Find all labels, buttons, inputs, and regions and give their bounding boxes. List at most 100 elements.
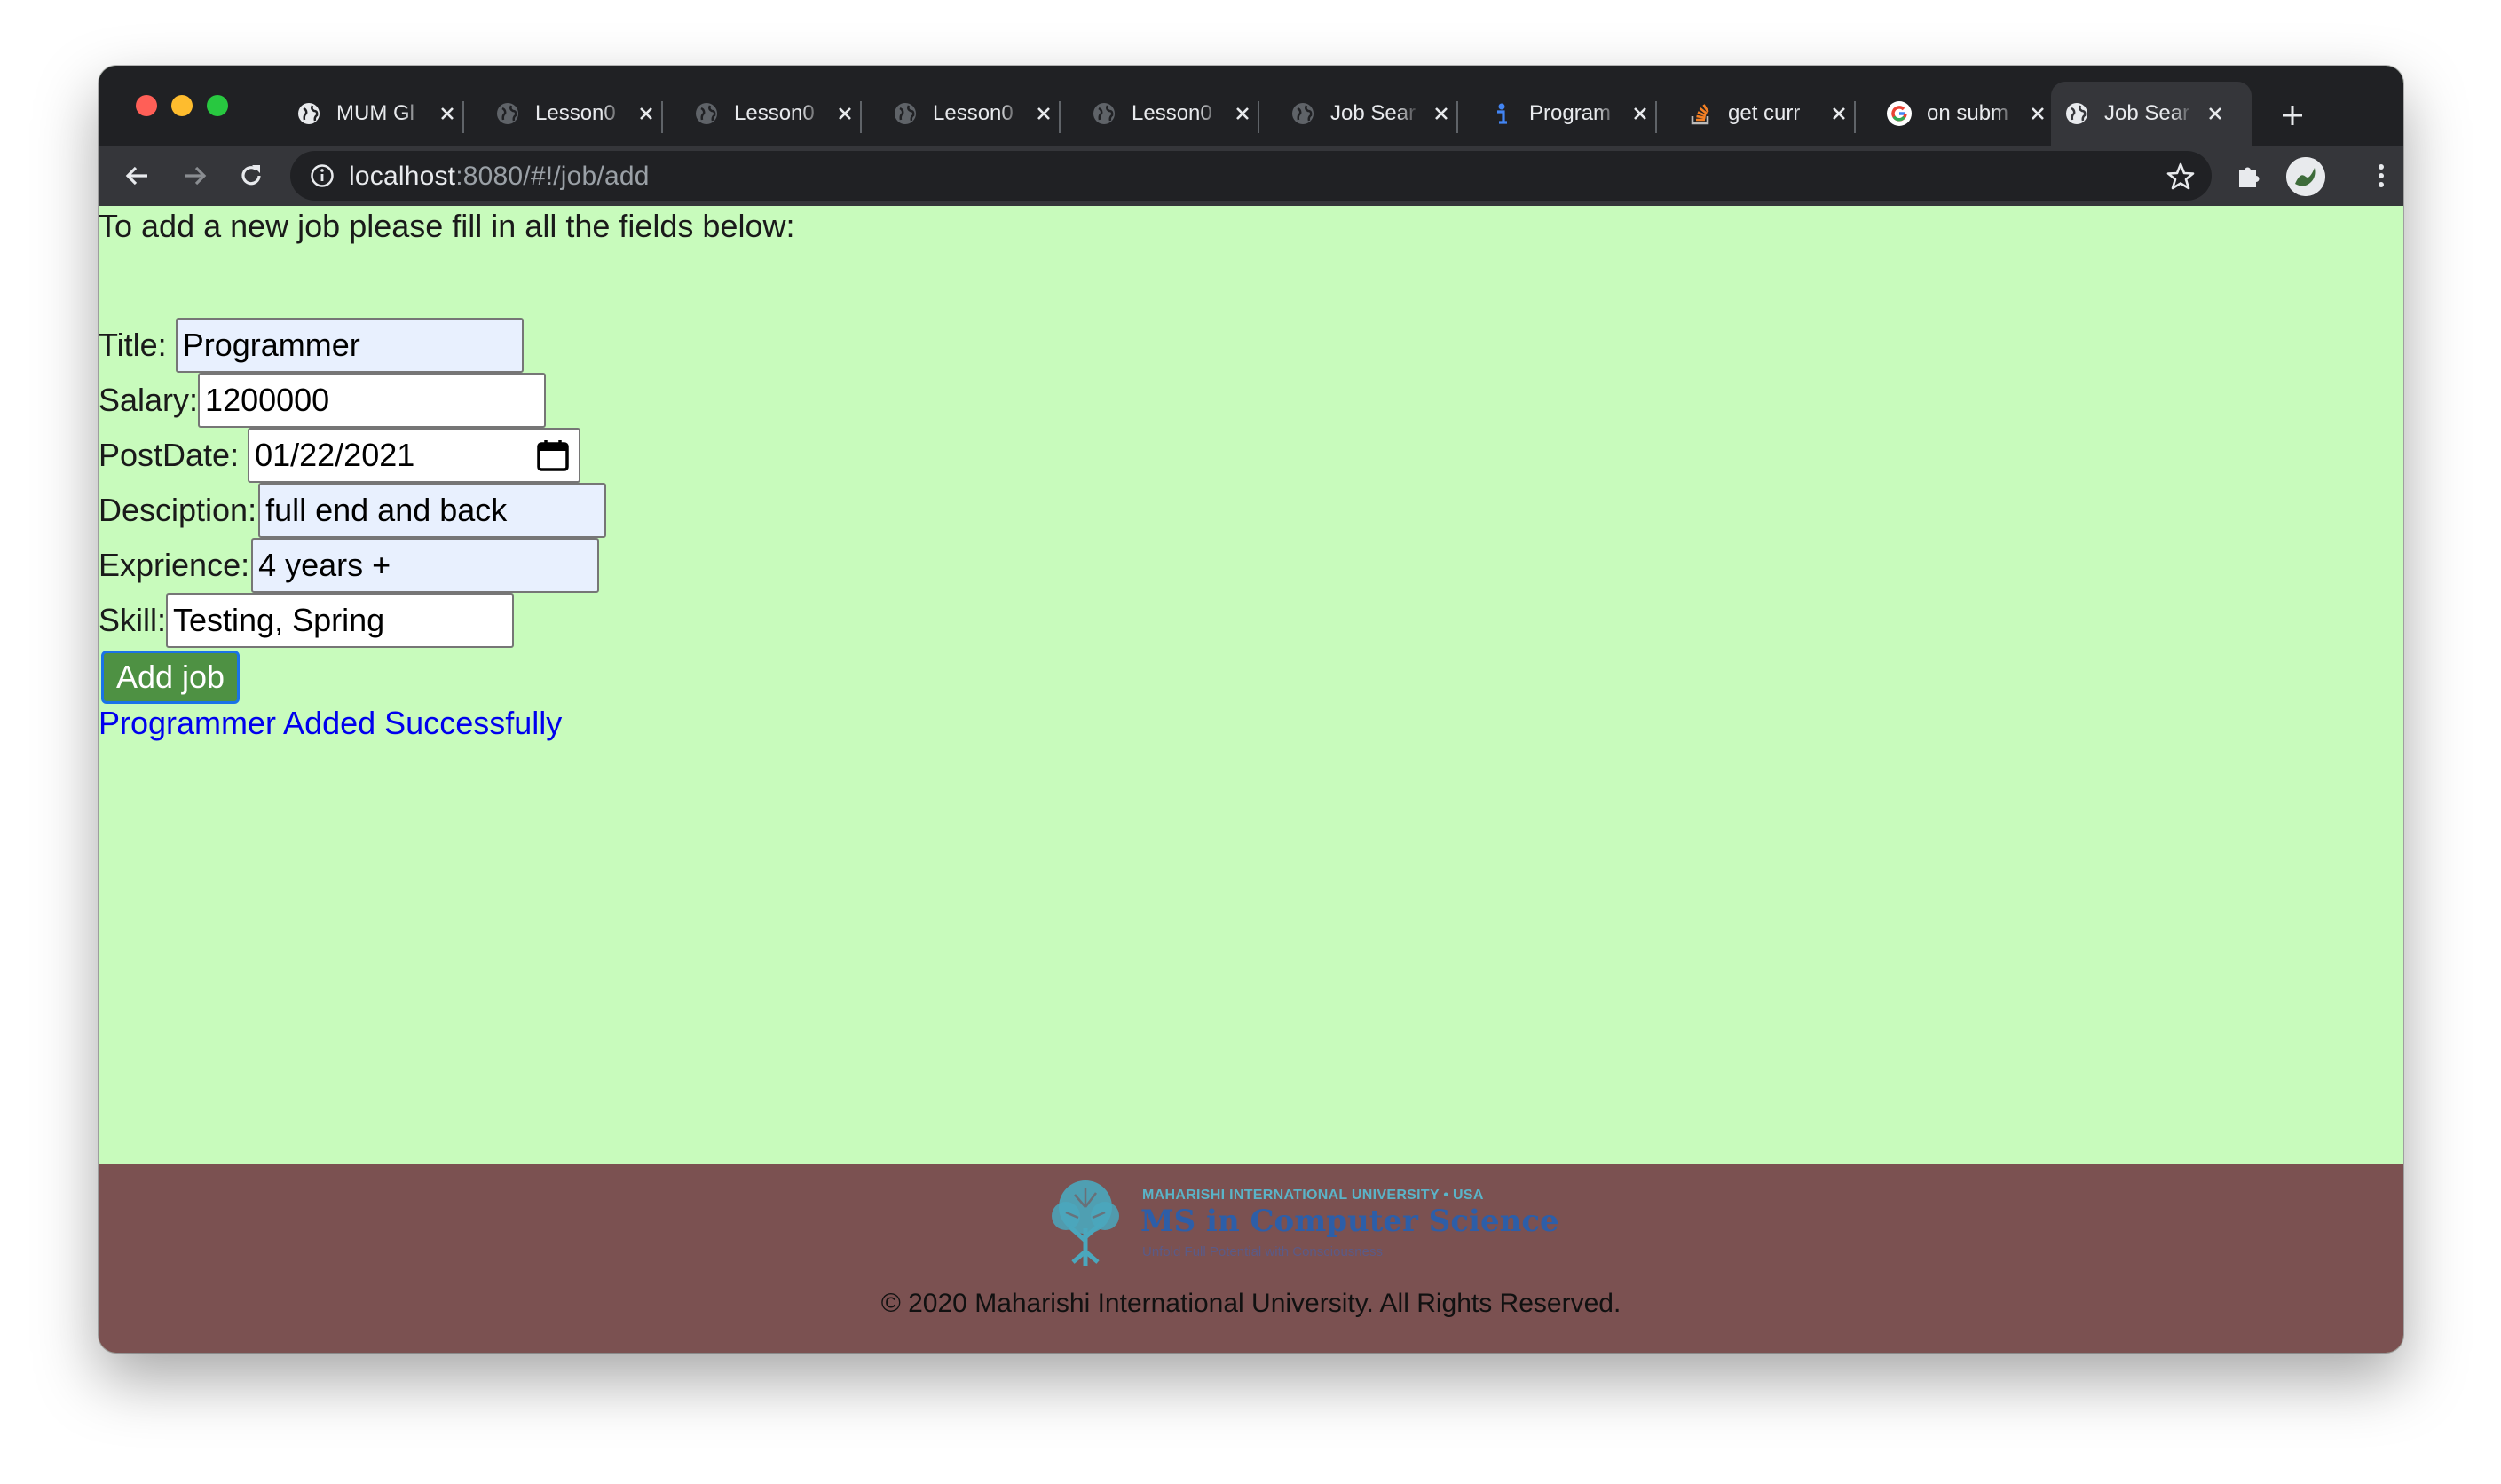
close-tab-icon[interactable] bbox=[2026, 102, 2049, 125]
page-footer: MAHARISHI INTERNATIONAL UNIVERSITY • USA… bbox=[99, 1164, 2403, 1353]
salary-row: Salary: bbox=[99, 373, 547, 428]
form-instructions: To add a new job please fill in all the … bbox=[99, 208, 795, 244]
title-input[interactable] bbox=[175, 318, 524, 373]
tab-separator bbox=[1456, 101, 1458, 133]
browser-tab[interactable]: Program bbox=[1476, 82, 1662, 146]
calendar-icon[interactable] bbox=[536, 438, 570, 472]
close-tab-icon[interactable] bbox=[1032, 102, 1055, 125]
logo-program-name: MS in Computer Science bbox=[1140, 1204, 1559, 1239]
title-label: Title: bbox=[99, 327, 167, 363]
globe-icon bbox=[2063, 100, 2090, 127]
salary-label: Salary: bbox=[99, 382, 199, 418]
browser-tab[interactable]: Lesson0 bbox=[1078, 82, 1265, 146]
globe-icon bbox=[693, 100, 720, 127]
info-i-icon bbox=[1488, 100, 1515, 127]
plus-icon bbox=[2283, 106, 2302, 125]
bookmark-star-icon[interactable] bbox=[2166, 162, 2196, 192]
browser-tab[interactable]: Lesson0 bbox=[482, 82, 668, 146]
description-row: Desciption: bbox=[99, 483, 607, 538]
title-row: Title: bbox=[99, 318, 524, 373]
tab-title: Job Sear bbox=[2104, 101, 2190, 125]
tab-title: on subm bbox=[1927, 101, 2009, 125]
arrow-left-icon bbox=[125, 166, 147, 186]
globe-icon bbox=[296, 100, 322, 127]
browser-tab[interactable]: Job Sear bbox=[1277, 82, 1464, 146]
close-tab-icon[interactable] bbox=[1629, 102, 1652, 125]
tab-separator bbox=[1059, 101, 1061, 133]
browser-tab[interactable]: on subm bbox=[1874, 82, 2060, 146]
minimize-window-button[interactable] bbox=[171, 95, 193, 116]
kebab-menu-icon bbox=[2379, 164, 2384, 187]
close-tab-icon[interactable] bbox=[2204, 102, 2227, 125]
page-content: To add a new job please fill in all the … bbox=[99, 206, 2403, 1164]
puzzle-icon bbox=[2239, 167, 2260, 187]
maximize-window-button[interactable] bbox=[207, 95, 228, 116]
tab-title: Lesson0 bbox=[1132, 101, 1212, 125]
extensions-button[interactable] bbox=[2229, 156, 2268, 195]
description-input[interactable] bbox=[258, 483, 607, 538]
tab-separator bbox=[462, 101, 464, 133]
logo-tagline: Unfold Full Potential with Consciousness bbox=[1142, 1244, 1383, 1259]
experience-label: Exprience: bbox=[99, 547, 250, 583]
reload-icon bbox=[241, 165, 261, 186]
description-label: Desciption: bbox=[99, 492, 257, 528]
globe-icon bbox=[1091, 100, 1117, 127]
tab-title: Lesson0 bbox=[535, 101, 616, 125]
new-tab-button[interactable] bbox=[2275, 98, 2310, 133]
globe-icon bbox=[1290, 100, 1316, 127]
browser-tab[interactable]: Lesson0 bbox=[681, 82, 867, 146]
browser-toolbar: localhost:8080/#!/job/add bbox=[99, 146, 2403, 206]
browser-window: MUM Gl Lesson0 Lesson0 Lesson0 Lesson0 J… bbox=[99, 66, 2403, 1353]
google-icon bbox=[1886, 100, 1913, 127]
close-tab-icon[interactable] bbox=[1827, 102, 1850, 125]
profile-avatar[interactable] bbox=[2286, 157, 2325, 196]
url-text[interactable]: localhost:8080/#!/job/add bbox=[349, 162, 650, 192]
browser-tab-active[interactable]: Job Sear bbox=[2051, 82, 2252, 146]
tab-separator bbox=[1655, 101, 1657, 133]
url-path: :8080/#!/job/add bbox=[455, 162, 650, 191]
close-tab-icon[interactable] bbox=[833, 102, 856, 125]
close-tab-icon[interactable] bbox=[436, 102, 459, 125]
skill-label: Skill: bbox=[99, 602, 167, 638]
experience-row: Exprience: bbox=[99, 538, 600, 593]
postdate-wrapper bbox=[248, 428, 581, 483]
site-info-icon[interactable] bbox=[310, 163, 335, 188]
arrow-right-icon bbox=[185, 166, 207, 186]
logo-university-name: MAHARISHI INTERNATIONAL UNIVERSITY • USA bbox=[1142, 1188, 1484, 1203]
close-tab-icon[interactable] bbox=[1231, 102, 1254, 125]
browser-menu-button[interactable] bbox=[2362, 156, 2401, 195]
tab-title: Lesson0 bbox=[734, 101, 815, 125]
skill-row: Skill: bbox=[99, 593, 515, 648]
address-bar[interactable]: localhost:8080/#!/job/add bbox=[290, 151, 2212, 201]
reload-button[interactable] bbox=[232, 156, 271, 195]
browser-tab[interactable]: get curr bbox=[1675, 82, 1861, 146]
tab-title: get curr bbox=[1728, 101, 1801, 125]
postdate-row: PostDate: bbox=[99, 428, 581, 483]
close-tab-icon[interactable] bbox=[1430, 102, 1453, 125]
salary-input[interactable] bbox=[198, 373, 547, 428]
skill-input[interactable] bbox=[166, 593, 515, 648]
tab-title: Job Sear bbox=[1330, 101, 1416, 125]
add-job-button[interactable]: Add job bbox=[101, 651, 240, 704]
postdate-label: PostDate: bbox=[99, 437, 240, 473]
experience-input[interactable] bbox=[251, 538, 600, 593]
success-message: Programmer Added Successfully bbox=[99, 705, 563, 741]
forward-button[interactable] bbox=[175, 156, 214, 195]
postdate-input[interactable] bbox=[248, 428, 581, 483]
close-tab-icon[interactable] bbox=[635, 102, 658, 125]
tab-title: MUM Gl bbox=[336, 101, 414, 125]
copyright-text: © 2020 Maharishi International Universit… bbox=[880, 1289, 1621, 1318]
tab-title: Program bbox=[1529, 101, 1612, 125]
tab-separator bbox=[860, 101, 862, 133]
globe-icon bbox=[494, 100, 521, 127]
tab-strip: MUM Gl Lesson0 Lesson0 Lesson0 Lesson0 J… bbox=[99, 66, 2403, 146]
tab-title: Lesson0 bbox=[933, 101, 1014, 125]
close-window-button[interactable] bbox=[136, 95, 157, 116]
tab-separator bbox=[1854, 101, 1856, 133]
url-host: localhost bbox=[349, 162, 456, 191]
tab-separator bbox=[661, 101, 663, 133]
globe-icon bbox=[892, 100, 919, 127]
stackoverflow-icon bbox=[1687, 100, 1714, 127]
back-button[interactable] bbox=[118, 156, 157, 195]
browser-tab[interactable]: Lesson0 bbox=[880, 82, 1066, 146]
